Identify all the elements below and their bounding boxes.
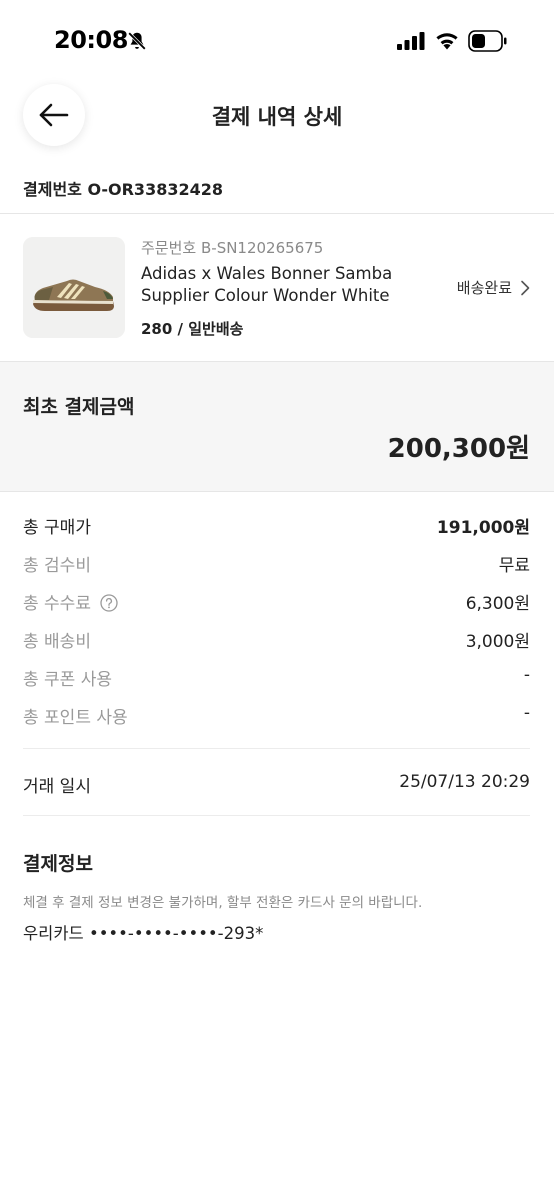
- initial-payment-amount: 200,300원: [387, 434, 530, 464]
- transaction-date-value: 25/07/13 20:29: [399, 772, 530, 792]
- payment-info-title: 결제정보: [23, 853, 93, 875]
- point-value: -: [523, 703, 530, 723]
- card-info: 우리카드 ••••-••••-••••-293*: [23, 924, 264, 943]
- wifi-icon: [436, 33, 458, 50]
- bell-slash-icon: [128, 32, 146, 50]
- payment-number-value: O-OR33832428: [87, 180, 223, 199]
- coupon-label: 총 쿠폰 사용: [23, 670, 113, 690]
- shipping-fee-value: 3,000원: [465, 632, 530, 652]
- product-name[interactable]: Adidas x Wales Bonner Samba Supplier Col…: [141, 263, 431, 307]
- page-title: 결제 내역 상세: [211, 105, 343, 129]
- divider: [23, 748, 530, 749]
- order-number: 주문번호 B-SN120265675: [141, 237, 323, 258]
- coupon-value: -: [523, 665, 530, 685]
- initial-payment-label: 최초 결제금액: [23, 396, 135, 418]
- commission-value: 6,300원: [465, 594, 530, 614]
- payment-info-notice: 체결 후 결제 정보 변경은 불가하며, 할부 전환은 카드사 문의 바랍니다.: [23, 895, 423, 911]
- divider: [0, 213, 554, 214]
- commission-label: 총 수수료: [23, 594, 91, 614]
- payment-number: 결제번호 O-OR33832428: [23, 176, 223, 200]
- purchase-price-value: 191,000원: [436, 518, 530, 538]
- initial-payment-section: 최초 결제금액 200,300원: [0, 361, 554, 492]
- purchase-price-label: 총 구매가: [23, 518, 91, 538]
- help-icon[interactable]: [100, 594, 119, 612]
- divider: [23, 815, 530, 816]
- product-image[interactable]: [23, 237, 125, 338]
- inspection-fee-value: 무료: [498, 556, 530, 576]
- payment-number-label: 결제번호: [23, 180, 82, 199]
- battery-icon: [468, 30, 507, 52]
- status-bar: 20:08: [0, 0, 554, 84]
- commission-row-label: 총 수수료: [23, 589, 119, 614]
- point-label: 총 포인트 사용: [23, 708, 128, 728]
- shipping-status-label: 배송완료: [456, 279, 512, 297]
- shipping-fee-label: 총 배송비: [23, 632, 91, 652]
- transaction-date-label: 거래 일시: [23, 777, 91, 797]
- shipping-status-link[interactable]: 배송완료: [457, 277, 530, 298]
- chevron-right-icon: [521, 280, 530, 295]
- order-number-value: B-SN120265675: [200, 239, 324, 257]
- product-option: 280 / 일반배송: [141, 320, 244, 338]
- sneaker-image: [23, 237, 125, 338]
- signal-icon: [397, 32, 425, 50]
- status-time: 20:08: [54, 26, 128, 54]
- inspection-fee-label: 총 검수비: [23, 556, 91, 576]
- order-number-label: 주문번호: [141, 239, 197, 257]
